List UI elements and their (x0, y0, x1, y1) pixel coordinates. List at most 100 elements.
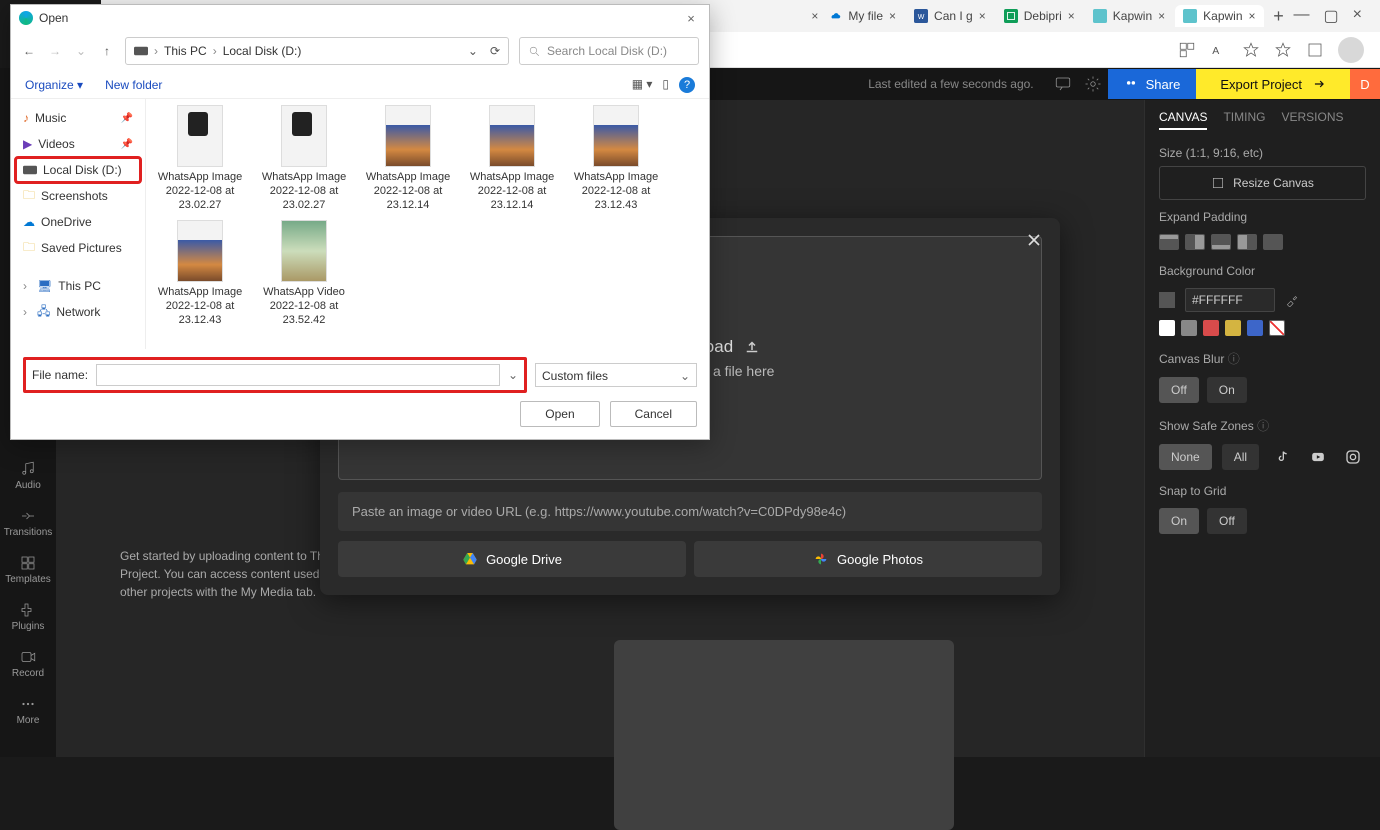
close-icon[interactable]: × (1353, 6, 1362, 26)
sidebar-item-music[interactable]: ♪Music📌 (15, 105, 141, 131)
hex-input[interactable]: #FFFFFF (1185, 288, 1275, 312)
blur-off[interactable]: Off (1159, 377, 1199, 403)
tab-close-icon[interactable]: × (1158, 9, 1165, 23)
nav-record[interactable]: Record (12, 648, 44, 679)
nav-more[interactable]: More (17, 695, 40, 726)
recent-icon[interactable]: ⌄ (73, 44, 89, 58)
file-grid[interactable]: WhatsApp Image 2022-12-08 at 23.02.27 Wh… (146, 99, 709, 349)
open-button[interactable]: Open (520, 401, 599, 427)
share-button[interactable]: Share (1108, 69, 1197, 99)
current-color-swatch[interactable] (1159, 292, 1175, 308)
google-drive-button[interactable]: Google Drive (338, 541, 686, 577)
file-item[interactable]: WhatsApp Image 2022-12-08 at 23.02.27 (154, 103, 246, 214)
chevron-icon[interactable]: › (23, 305, 31, 319)
file-item[interactable]: WhatsApp Video 2022-12-08 at 23.52.42 (258, 218, 350, 329)
tab-close-prev[interactable]: × (811, 9, 818, 23)
path-pc[interactable]: This PC (164, 44, 207, 58)
chevron-down-icon[interactable]: ⌄ (468, 44, 478, 58)
tab-canvas[interactable]: CANVAS (1159, 110, 1207, 130)
preset-yellow[interactable] (1225, 320, 1241, 336)
close-modal-icon[interactable] (1022, 228, 1046, 252)
file-item[interactable]: WhatsApp Image 2022-12-08 at 23.12.14 (466, 103, 558, 214)
tab-kapwing-1[interactable]: Kapwin× (1085, 5, 1173, 27)
settings-icon[interactable] (1078, 69, 1108, 99)
resize-canvas-button[interactable]: Resize Canvas (1159, 166, 1366, 200)
extensions-icon[interactable] (1178, 41, 1196, 59)
tiktok-icon[interactable] (1269, 444, 1295, 470)
preview-pane-icon[interactable]: ▯ (662, 77, 669, 93)
minimize-icon[interactable]: — (1294, 6, 1310, 26)
nav-audio[interactable]: Audio (15, 460, 41, 491)
google-photos-button[interactable]: Google Photos (694, 541, 1042, 577)
preset-none[interactable] (1269, 320, 1285, 336)
padding-opt-4[interactable] (1237, 234, 1257, 250)
new-tab-button[interactable]: + (1266, 3, 1292, 29)
tab-close-icon[interactable]: × (979, 9, 986, 23)
safe-none[interactable]: None (1159, 444, 1212, 470)
organize-button[interactable]: Organize ▾ (25, 78, 83, 92)
eyedropper-icon[interactable] (1285, 293, 1299, 307)
address-bar[interactable]: › This PC › Local Disk (D:) ⌄ ⟳ (125, 37, 509, 65)
favorite-icon[interactable] (1242, 41, 1260, 59)
close-dialog-icon[interactable]: × (681, 8, 701, 28)
preset-red[interactable] (1203, 320, 1219, 336)
blur-on[interactable]: On (1207, 377, 1247, 403)
sidebar-item-screenshots[interactable]: 🗀Screenshots (15, 183, 141, 209)
tab-close-icon[interactable]: × (1068, 9, 1075, 23)
search-input[interactable]: Search Local Disk (D:) (519, 37, 699, 65)
help-icon[interactable]: ? (679, 77, 695, 93)
sidebar-item-onedrive[interactable]: ☁OneDrive (15, 209, 141, 235)
preset-white[interactable] (1159, 320, 1175, 336)
padding-opt-2[interactable] (1185, 234, 1205, 250)
tab-kapwing-2[interactable]: Kapwin× (1175, 5, 1263, 27)
collections-icon[interactable] (1306, 41, 1324, 59)
tab-close-icon[interactable]: × (889, 9, 896, 23)
nav-plugins[interactable]: Plugins (12, 601, 45, 632)
chevron-icon[interactable]: › (23, 279, 31, 293)
cancel-button[interactable]: Cancel (610, 401, 697, 427)
safe-all[interactable]: All (1222, 444, 1259, 470)
filetype-select[interactable]: Custom files ⌄ (535, 363, 697, 387)
nav-transitions[interactable]: Transitions (4, 507, 53, 538)
info-icon[interactable]: ⓘ (1228, 352, 1240, 366)
padding-opt-3[interactable] (1211, 234, 1231, 250)
tab-myfiles[interactable]: My file× (820, 5, 904, 27)
file-item[interactable]: WhatsApp Image 2022-12-08 at 23.12.43 (154, 218, 246, 329)
snap-off[interactable]: Off (1207, 508, 1247, 534)
view-options-icon[interactable]: ▦ ▾ (632, 77, 653, 93)
read-aloud-icon[interactable]: A (1210, 41, 1228, 59)
file-item[interactable]: WhatsApp Image 2022-12-08 at 23.02.27 (258, 103, 350, 214)
newfolder-button[interactable]: New folder (105, 78, 162, 92)
info-icon[interactable]: ⓘ (1257, 419, 1269, 433)
tab-timing[interactable]: TIMING (1223, 110, 1265, 130)
profile-avatar[interactable] (1338, 37, 1364, 63)
preset-gray[interactable] (1181, 320, 1197, 336)
chevron-down-icon[interactable]: ⌄ (508, 368, 518, 382)
sidebar-item-network[interactable]: ›🖧Network (15, 299, 141, 325)
padding-opt-5[interactable] (1263, 234, 1283, 250)
user-avatar[interactable]: D (1350, 69, 1380, 99)
sidebar-item-savedpics[interactable]: 🗀Saved Pictures (15, 235, 141, 261)
pin-icon[interactable]: 📌 (121, 113, 133, 124)
up-icon[interactable]: ↑ (99, 44, 115, 58)
tab-close-icon[interactable]: × (1249, 9, 1256, 23)
file-item[interactable]: WhatsApp Image 2022-12-08 at 23.12.43 (570, 103, 662, 214)
pin-icon[interactable]: 📌 (121, 139, 133, 150)
refresh-icon[interactable]: ⟳ (490, 44, 500, 58)
sidebar-item-localdisk[interactable]: Local Disk (D:) (15, 157, 141, 183)
snap-on[interactable]: On (1159, 508, 1199, 534)
canvas-placeholder[interactable] (614, 640, 954, 830)
tab-cani[interactable]: WCan I g× (906, 5, 994, 27)
instagram-icon[interactable] (1340, 444, 1366, 470)
youtube-icon[interactable] (1305, 444, 1331, 470)
sidebar-item-videos[interactable]: ▶Videos📌 (15, 131, 141, 157)
filename-input[interactable] (96, 364, 500, 386)
tab-versions[interactable]: VERSIONS (1281, 110, 1343, 130)
forward-icon[interactable]: → (47, 44, 63, 58)
comments-icon[interactable] (1048, 69, 1078, 99)
tab-debipri[interactable]: Debipri× (996, 5, 1083, 27)
favorites-list-icon[interactable] (1274, 41, 1292, 59)
padding-opt-1[interactable] (1159, 234, 1179, 250)
sidebar-item-thispc[interactable]: ›🖥This PC (15, 273, 141, 299)
nav-templates[interactable]: Templates (5, 554, 51, 585)
